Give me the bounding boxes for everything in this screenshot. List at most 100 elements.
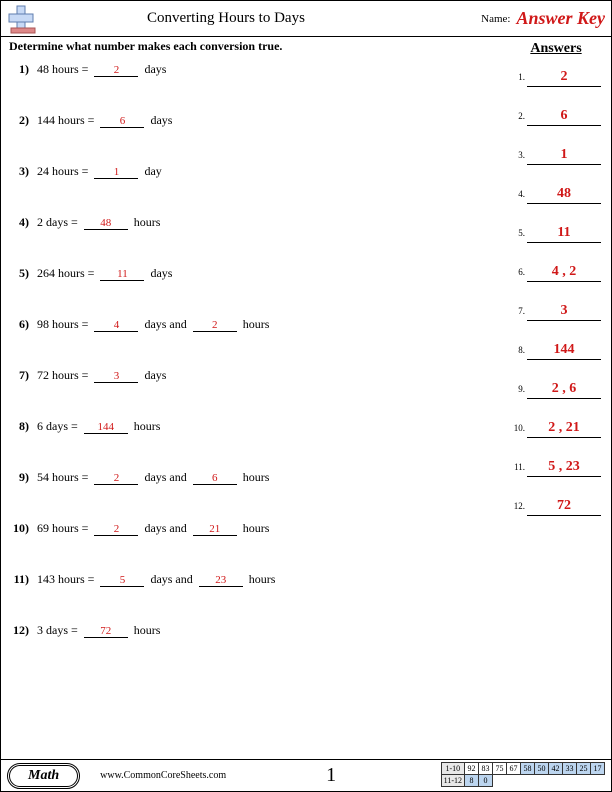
answer-value: 2 (527, 69, 601, 87)
answer-blank: 2 (193, 319, 237, 332)
answer-row: 11.5 , 23 (511, 459, 601, 477)
question-number: 12) (7, 623, 29, 638)
question-text-fragment: days and (141, 521, 189, 536)
question-number: 1) (7, 62, 29, 77)
answer-value: 4 , 2 (527, 264, 601, 282)
answer-number: 3. (511, 150, 525, 160)
question-row: 4) 2 days = 48 hours (7, 215, 507, 230)
score-cell: 83 (479, 763, 493, 775)
question-text-fragment: 72 hours = (37, 368, 91, 383)
question-row: 2)144 hours = 6 days (7, 113, 507, 128)
answer-row: 1.2 (511, 69, 601, 87)
question-text-fragment: days (147, 113, 172, 128)
answer-row: 8.144 (511, 342, 601, 360)
questions-area: Determine what number makes each convers… (7, 39, 507, 741)
score-cell: 17 (591, 763, 605, 775)
question-text: 144 hours = 6 days (37, 113, 172, 128)
subject-badge-outer: Math (7, 763, 80, 789)
answer-blank: 6 (100, 115, 144, 128)
page-footer: Math www.CommonCoreSheets.com 1 1-109283… (1, 759, 611, 791)
answer-row: 2.6 (511, 108, 601, 126)
question-text-fragment: days (141, 368, 166, 383)
answer-blank: 23 (199, 574, 243, 587)
content-area: Determine what number makes each convers… (1, 37, 611, 741)
answer-number: 5. (511, 228, 525, 238)
subject-badge: Math (9, 765, 78, 787)
question-text-fragment: hours (131, 419, 161, 434)
answer-value: 72 (527, 498, 601, 516)
score-cell: 33 (563, 763, 577, 775)
question-text: 48 hours = 2 days (37, 62, 166, 77)
answer-value: 5 , 23 (527, 459, 601, 477)
question-row: 10)69 hours = 2 days and 21 hours (7, 521, 507, 536)
question-text-fragment: hours (240, 470, 270, 485)
page-header: Converting Hours to Days Name: Answer Ke… (1, 1, 611, 37)
score-cell: 25 (577, 763, 591, 775)
question-text-fragment: 3 days = (37, 623, 81, 638)
question-text-fragment: days and (141, 470, 189, 485)
question-row: 8) 6 days = 144 hours (7, 419, 507, 434)
answer-number: 7. (511, 306, 525, 316)
answer-value: 3 (527, 303, 601, 321)
score-cell: 67 (507, 763, 521, 775)
question-number: 9) (7, 470, 29, 485)
score-cell: 50 (535, 763, 549, 775)
question-text: 6 days = 144 hours (37, 419, 160, 434)
answer-key-label: Answer Key (516, 8, 605, 29)
question-number: 7) (7, 368, 29, 383)
answer-row: 4.48 (511, 186, 601, 204)
answer-blank: 4 (94, 319, 138, 332)
answer-blank: 3 (94, 370, 138, 383)
answers-sidebar: Answers 1.22.63.14.485.116.4 , 27.38.144… (507, 39, 607, 741)
question-number: 11) (7, 572, 29, 587)
answer-blank: 5 (100, 574, 144, 587)
answer-value: 2 , 21 (527, 420, 601, 438)
answer-blank: 72 (84, 625, 128, 638)
question-text-fragment: hours (246, 572, 276, 587)
question-text: 24 hours = 1 day (37, 164, 162, 179)
question-row: 1) 48 hours = 2 days (7, 62, 507, 77)
question-row: 7) 72 hours = 3 days (7, 368, 507, 383)
question-text-fragment: hours (131, 215, 161, 230)
question-text: 72 hours = 3 days (37, 368, 166, 383)
question-text-fragment: 69 hours = (37, 521, 91, 536)
answer-blank: 2 (94, 472, 138, 485)
answer-number: 4. (511, 189, 525, 199)
source-url: www.CommonCoreSheets.com (100, 770, 226, 781)
answer-blank: 1 (94, 166, 138, 179)
question-number: 4) (7, 215, 29, 230)
question-number: 8) (7, 419, 29, 434)
question-text-fragment: days and (141, 317, 189, 332)
page-number: 1 (326, 764, 336, 787)
question-text-fragment: day (141, 164, 161, 179)
answer-blank: 6 (193, 472, 237, 485)
question-text: 264 hours = 11 days (37, 266, 172, 281)
question-number: 6) (7, 317, 29, 332)
question-row: 6)98 hours = 4 days and 2 hours (7, 317, 507, 332)
answer-number: 1. (511, 72, 525, 82)
question-text-fragment: 6 days = (37, 419, 81, 434)
answer-value: 2 , 6 (527, 381, 601, 399)
question-text-fragment: days (147, 266, 172, 281)
answer-value: 1 (527, 147, 601, 165)
question-row: 3) 24 hours = 1 day (7, 164, 507, 179)
answer-row: 5.11 (511, 225, 601, 243)
answer-row: 12.72 (511, 498, 601, 516)
instruction-text: Determine what number makes each convers… (9, 39, 507, 54)
answer-number: 10. (511, 423, 525, 433)
question-row: 9)54 hours = 2 days and 6 hours (7, 470, 507, 485)
question-text-fragment: 24 hours = (37, 164, 91, 179)
question-row: 12)3 days = 72 hours (7, 623, 507, 638)
question-text: 2 days = 48 hours (37, 215, 160, 230)
score-cell: 92 (465, 763, 479, 775)
question-number: 3) (7, 164, 29, 179)
answer-blank: 2 (94, 523, 138, 536)
answer-row: 6.4 , 2 (511, 264, 601, 282)
score-cell: 75 (493, 763, 507, 775)
question-text-fragment: days and (147, 572, 195, 587)
score-cell: 42 (549, 763, 563, 775)
answer-row: 3.1 (511, 147, 601, 165)
question-text-fragment: 143 hours = (37, 572, 97, 587)
question-text-fragment: 48 hours = (37, 62, 91, 77)
answer-blank: 144 (84, 421, 128, 434)
